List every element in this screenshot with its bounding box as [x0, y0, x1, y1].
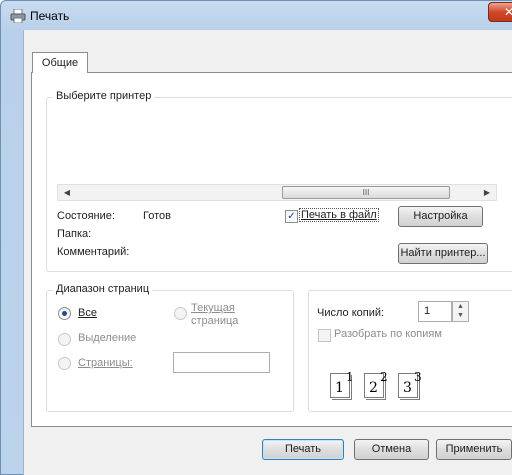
scroll-thumb[interactable]: III — [282, 186, 450, 199]
collate-page-sup: 1 — [346, 370, 354, 384]
page-range-legend: Диапазон страниц — [53, 283, 153, 295]
printer-group-legend: Выберите принтер — [53, 90, 155, 102]
collate-label[interactable]: Разобрать по копиям — [334, 328, 442, 340]
collate-page-sup: 3 — [414, 370, 422, 384]
collate-page-num: 1 — [335, 380, 344, 396]
folder-label: Папка: — [57, 228, 92, 240]
all-pages-radio[interactable] — [58, 307, 71, 320]
current-page-label-line2: страница — [191, 315, 239, 327]
current-page-label-line1[interactable]: Текущая — [191, 302, 235, 314]
cancel-button[interactable]: Отмена — [354, 439, 429, 460]
status-value: Готов — [143, 210, 171, 222]
close-button[interactable]: ✕ — [488, 2, 512, 22]
apply-button[interactable]: Применить — [436, 439, 512, 460]
printer-list-scrollbar[interactable]: ◀ III ▶ — [57, 184, 497, 201]
pages-label[interactable]: Страницы: — [78, 357, 133, 369]
status-label: Состояние: — [57, 210, 115, 222]
scroll-right-arrow-icon[interactable]: ▶ — [480, 187, 494, 199]
copies-value: 1 — [424, 305, 431, 317]
current-page-radio[interactable] — [174, 307, 187, 320]
pages-radio[interactable] — [58, 357, 71, 370]
copies-label: Число копий: — [317, 307, 385, 319]
print-button[interactable]: Печать — [262, 439, 344, 460]
copies-input[interactable]: 1 — [418, 301, 452, 322]
printer-list[interactable] — [57, 114, 497, 184]
copies-spinner[interactable]: ▲ ▼ — [452, 301, 469, 322]
spin-down-icon[interactable]: ▼ — [453, 311, 468, 320]
scroll-left-arrow-icon[interactable]: ◀ — [60, 187, 74, 199]
collate-page-num: 3 — [403, 380, 412, 396]
window-title: Печать — [30, 9, 70, 23]
all-pages-label[interactable]: Все — [78, 307, 97, 319]
find-printer-button[interactable]: Найти принтер... — [398, 243, 488, 264]
printer-icon — [10, 9, 26, 23]
settings-button[interactable]: Настройка — [398, 206, 483, 227]
spin-up-icon[interactable]: ▲ — [453, 302, 468, 311]
selection-radio[interactable] — [58, 333, 71, 346]
pages-input[interactable] — [173, 352, 270, 373]
print-to-file-label[interactable]: Печать в файл — [299, 208, 379, 222]
collate-checkbox[interactable] — [318, 329, 331, 342]
tab-general[interactable]: Общие — [32, 52, 88, 73]
collate-page-sup: 2 — [380, 370, 388, 384]
selection-label[interactable]: Выделение — [78, 332, 136, 344]
title-bar[interactable]: Печать ✕ — [1, 1, 512, 31]
print-to-file-checkbox[interactable]: ✓ — [285, 210, 298, 223]
comment-label: Комментарий: — [57, 246, 130, 258]
collate-page-num: 2 — [369, 380, 378, 396]
